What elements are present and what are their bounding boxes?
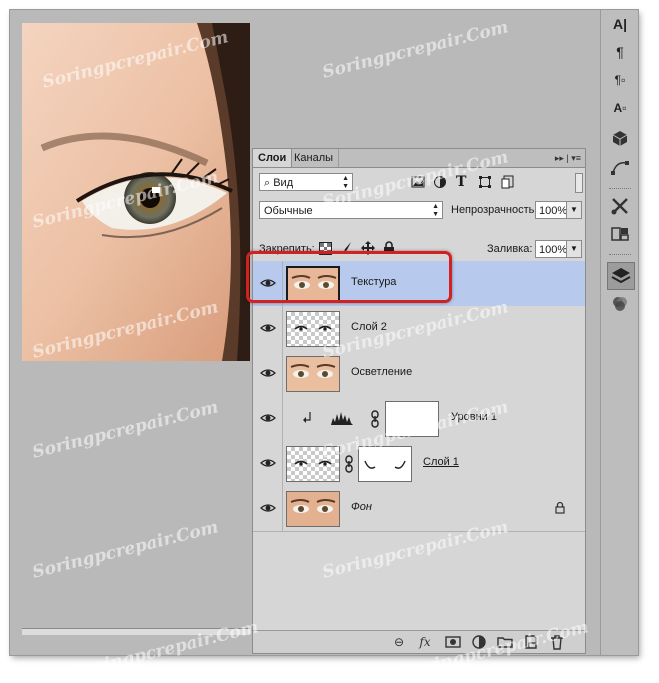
select-arrows-icon: ▲ ▼ — [432, 203, 439, 218]
layer-row-background[interactable]: Фон — [253, 486, 585, 532]
layers-panel-footer: ⊖ fx — [253, 630, 585, 653]
layer-mask-thumbnail[interactable] — [358, 446, 412, 482]
layer-thumbnail[interactable] — [286, 356, 340, 392]
pixel-filter-icon[interactable] — [411, 175, 425, 189]
mask-strokes-icon — [364, 460, 406, 469]
fx-icon[interactable]: fx — [417, 634, 433, 650]
visibility-column — [253, 396, 283, 441]
dock-separator — [609, 254, 631, 257]
channels-panel-icon[interactable] — [610, 294, 630, 314]
new-layer-icon[interactable] — [523, 634, 539, 650]
link-icon[interactable]: ⊖ — [391, 634, 407, 650]
select-arrows-icon: ▲ ▼ — [342, 175, 349, 190]
layer-row-levels-1[interactable]: Уровни 1 — [253, 396, 585, 442]
panel-dock: A| ¶ ¶▫ A▫ — [600, 10, 638, 655]
eyes-mask-thumbnail-icon — [294, 460, 332, 466]
layers-panel-button[interactable] — [607, 262, 635, 290]
layer-name[interactable]: Уровни 1 — [451, 411, 497, 423]
smart-object-filter-icon[interactable] — [501, 175, 515, 189]
panel-tabbar: Слои Каналы ▸▸ | ▾≡ — [253, 149, 585, 168]
chain-link-icon[interactable] — [344, 455, 354, 473]
panel-menu-button[interactable]: ▸▸ | ▾≡ — [555, 149, 581, 167]
eyes-mask-thumbnail-icon — [294, 325, 332, 331]
visibility-column — [253, 486, 283, 531]
paragraph-styles-icon[interactable]: ¶▫ — [610, 70, 630, 90]
shape-filter-icon[interactable] — [478, 175, 492, 189]
layer-name[interactable]: Осветление — [351, 366, 412, 378]
eye-photo — [22, 23, 250, 361]
character-icon[interactable]: A| — [610, 14, 630, 34]
levels-histogram-icon — [331, 412, 353, 425]
face-thumbnail-icon — [287, 357, 339, 391]
visibility-column — [253, 441, 283, 486]
tab-layers[interactable]: Слои — [253, 149, 293, 167]
filter-toggle-switch[interactable] — [575, 173, 583, 193]
fill-input[interactable]: 100% — [535, 240, 567, 258]
filter-kind-value: Вид — [273, 177, 294, 189]
layer-row-layer-2[interactable]: Слой 2 — [253, 306, 585, 352]
layer-row-lighten[interactable]: Осветление — [253, 351, 585, 397]
document-canvas[interactable] — [22, 23, 250, 361]
layers-panel-icon — [611, 268, 631, 284]
clone-source-icon[interactable] — [610, 224, 630, 244]
layer-name[interactable]: Фон — [351, 501, 372, 513]
eye-visibility-icon[interactable] — [260, 410, 276, 426]
fill-label: Заливка: — [487, 243, 533, 255]
layer-thumbnail[interactable] — [286, 311, 340, 347]
character-styles-icon[interactable]: A▫ — [610, 98, 630, 118]
adjustment-filter-icon[interactable] — [433, 175, 447, 189]
eye-visibility-icon[interactable] — [260, 500, 276, 516]
layer-thumbnail[interactable] — [286, 491, 340, 527]
eye-visibility-icon[interactable] — [260, 320, 276, 336]
3d-icon[interactable] — [610, 128, 630, 148]
tab-channels[interactable]: Каналы — [289, 149, 340, 167]
search-icon: ⌕ — [264, 177, 274, 189]
layer-name[interactable]: Слой 1 — [423, 456, 459, 468]
photoshop-window: Слои Каналы ▸▸ | ▾≡ ⌕ Вид ▲ ▼ T Обычные ▲… — [10, 10, 638, 655]
dock-separator — [609, 188, 631, 191]
selected-layer-highlight — [246, 251, 452, 303]
eye-visibility-icon[interactable] — [260, 455, 276, 471]
chain-link-icon[interactable] — [370, 410, 380, 428]
layer-mask-thumbnail[interactable] — [385, 401, 439, 437]
tools-icon[interactable] — [610, 196, 630, 216]
layer-row-layer-1[interactable]: Слой 1 — [253, 441, 585, 487]
filter-kind-select[interactable]: ⌕ Вид ▲ ▼ — [259, 173, 353, 191]
clipping-arrow-icon — [303, 412, 311, 423]
canvas-scroll-edge — [22, 628, 250, 635]
lock-icon — [555, 501, 565, 514]
layers-panel: Слои Каналы ▸▸ | ▾≡ ⌕ Вид ▲ ▼ T Обычные ▲… — [252, 148, 586, 654]
type-filter-icon[interactable]: T — [456, 174, 470, 190]
blend-mode-value: Обычные — [264, 205, 313, 217]
path-icon[interactable] — [610, 158, 630, 178]
adjustment-icon[interactable] — [471, 634, 487, 650]
mask-icon[interactable] — [445, 634, 461, 650]
visibility-column — [253, 351, 283, 396]
eye-visibility-icon[interactable] — [260, 365, 276, 381]
opacity-label: Непрозрачность: — [451, 204, 538, 216]
trash-icon[interactable] — [549, 634, 565, 650]
layer-name[interactable]: Слой 2 — [351, 321, 387, 333]
opacity-input[interactable]: 100% — [535, 201, 567, 219]
layer-thumbnail[interactable] — [286, 446, 340, 482]
blend-mode-select[interactable]: Обычные ▲ ▼ — [259, 201, 443, 219]
paragraph-icon[interactable]: ¶ — [610, 42, 630, 62]
face-thumbnail-icon — [287, 492, 339, 526]
folder-icon[interactable] — [497, 634, 513, 650]
visibility-column — [253, 306, 283, 351]
opacity-dropdown-button[interactable]: ▼ — [566, 201, 582, 219]
fill-dropdown-button[interactable]: ▼ — [566, 240, 582, 258]
